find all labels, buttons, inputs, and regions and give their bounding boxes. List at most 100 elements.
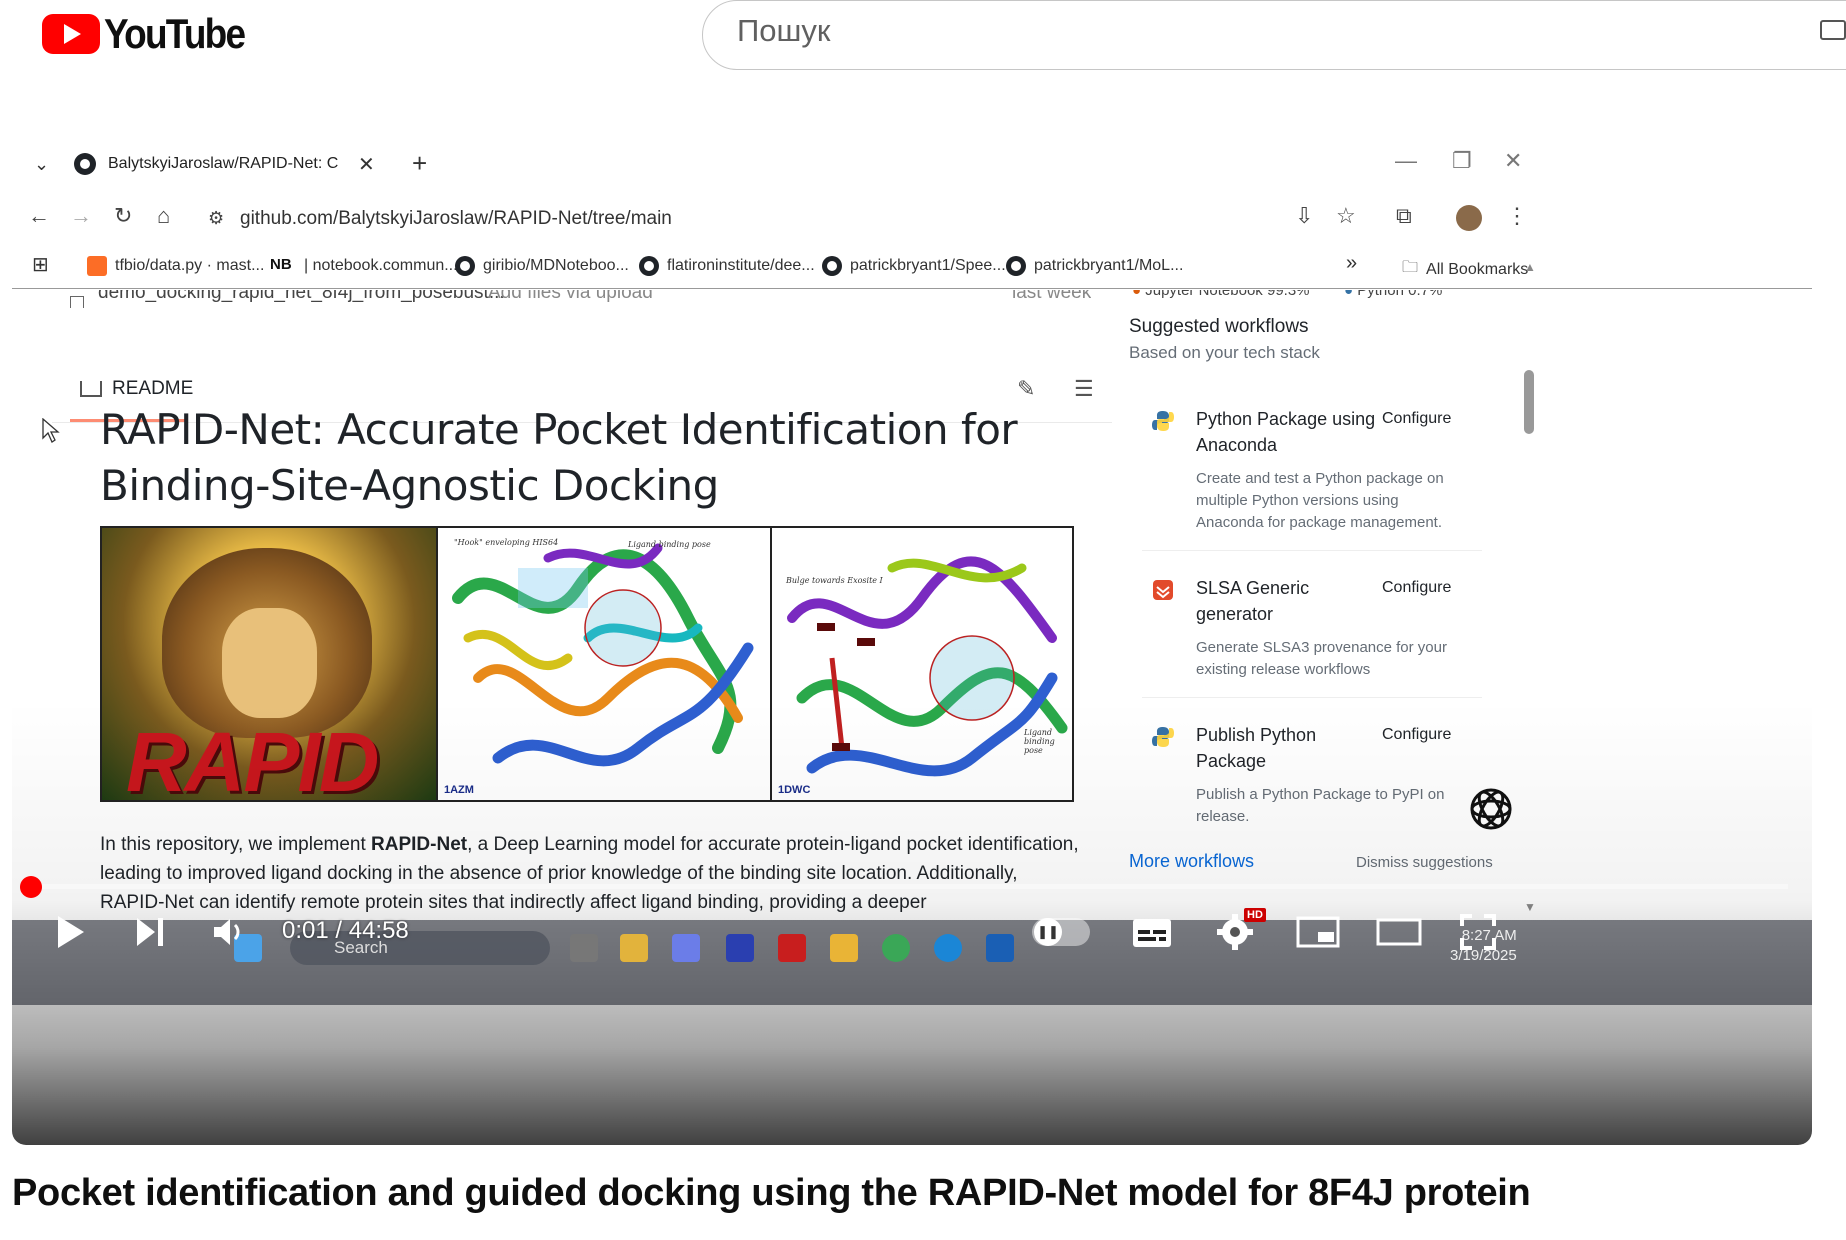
site-settings-icon[interactable]: ⚙ [208, 208, 224, 229]
dismiss-suggestions-link[interactable]: Dismiss suggestions [1356, 854, 1493, 871]
reload-icon[interactable]: ↻ [114, 203, 132, 229]
autoplay-toggle[interactable]: ❚❚ [1032, 918, 1090, 946]
bookmarks-bar: ⊞ tfbio/data.py · mast... NB | notebook.… [12, 248, 1812, 288]
workflow-description: Create and test a Python package on mult… [1196, 470, 1444, 531]
tab-search-chevron-icon[interactable]: ⌄ [34, 154, 49, 175]
bookmark-item[interactable]: patrickbryant1/MoL... [1006, 256, 1183, 276]
github-icon [74, 153, 96, 175]
github-icon [639, 256, 659, 276]
github-icon [1006, 256, 1026, 276]
configure-button[interactable]: Configure [1382, 726, 1451, 744]
slsa-icon [1153, 580, 1173, 600]
browser-address-bar: ← → ↻ ⌂ ⚙ github.com/BalytskyiJaroslaw/R… [12, 195, 1812, 241]
file-icon [70, 296, 84, 308]
copilot-icon [672, 934, 700, 962]
annotation-bulge: Bulge towards Exosite I [786, 576, 883, 585]
minimize-icon[interactable]: — [1395, 148, 1417, 174]
miniplayer-icon[interactable] [1296, 916, 1340, 948]
menu-kebab-icon[interactable]: ⋮ [1506, 203, 1528, 229]
theater-mode-icon[interactable] [1376, 916, 1422, 948]
readme-heading: RAPID-Net: Accurate Pocket Identificatio… [100, 405, 1018, 510]
browser-tabstrip: ⌄ BalytskyiJaroslaw/RAPID-Net: C ✕ + — ❐… [12, 140, 1812, 185]
youtube-logo[interactable]: YouTube [42, 10, 263, 58]
readme-tab[interactable]: README [80, 378, 193, 400]
restore-icon[interactable]: ❐ [1452, 148, 1472, 174]
workflow-name: Publish Python Package [1196, 725, 1317, 771]
more-workflows-link[interactable]: More workflows [1129, 851, 1254, 872]
app-icon [986, 934, 1014, 962]
volume-icon[interactable] [212, 916, 248, 948]
extensions-icon[interactable]: ⧉ [1396, 203, 1412, 229]
browser-tab[interactable]: BalytskyiJaroslaw/RAPID-Net: C ✕ [74, 146, 404, 182]
close-window-icon[interactable]: ✕ [1504, 148, 1522, 174]
sidebar-scrollbar-thumb[interactable] [1524, 370, 1534, 434]
protein-panel-1dwc: Bulge towards Exosite I Ligand binding p… [772, 528, 1072, 800]
keyboard-icon[interactable] [1820, 20, 1846, 40]
url-field[interactable]: github.com/BalytskyiJaroslaw/RAPID-Net/t… [240, 208, 672, 230]
suggested-workflows-title: Suggested workflows [1129, 316, 1309, 337]
edit-pencil-icon[interactable]: ✎ [1017, 376, 1035, 402]
annotation-hook: "Hook" enveloping HIS64 [454, 538, 559, 547]
forward-icon[interactable]: → [70, 203, 92, 229]
tab-close-icon[interactable]: ✕ [358, 152, 375, 177]
bookmark-item[interactable]: NB | notebook.commun... [270, 256, 458, 276]
file-row-date: last week [1012, 290, 1092, 303]
suggested-workflows-subtitle: Based on your tech stack [1129, 343, 1320, 362]
workflow-description: Generate SLSA3 provenance for your exist… [1196, 639, 1447, 678]
protein-ribbon-1azm [452, 543, 754, 767]
next-video-icon[interactable] [135, 916, 165, 948]
play-icon[interactable] [56, 914, 86, 950]
bookmark-star-icon[interactable]: ☆ [1336, 203, 1356, 229]
workflow-name: SLSA Generic generator [1196, 578, 1310, 624]
tab-title: BalytskyiJaroslaw/RAPID-Net: C [108, 155, 338, 172]
language-python: ● Python 0.7% [1344, 290, 1443, 299]
video-progress-bar[interactable] [32, 884, 1788, 889]
file-row-cut[interactable]: demo_docking_rapid_net_8f4j_from_posebus… [70, 290, 505, 308]
workflow-card: SLSA Generic generator Configure Generat… [1152, 575, 1482, 685]
scroll-down-arrow-icon[interactable]: ▼ [1524, 900, 1536, 914]
lion-face [222, 608, 317, 718]
language-jupyter: ● Jupyter Notebook 99.3% [1132, 290, 1310, 299]
apps-grid-icon[interactable]: ⊞ [32, 252, 49, 277]
youtube-search-box[interactable]: Пошук [702, 0, 1846, 70]
youtube-logo-text: YouTube [104, 10, 246, 57]
workflow-card: Python Package using Anaconda Configure … [1152, 406, 1482, 546]
configure-button[interactable]: Configure [1382, 410, 1451, 428]
video-timecode: 0:01 / 44:58 [282, 917, 409, 944]
workflow-name: Python Package using Anaconda [1196, 409, 1376, 455]
back-icon[interactable]: ← [28, 203, 50, 229]
more-bookmarks-chevron-icon[interactable]: » [1346, 252, 1357, 275]
book-icon [80, 381, 102, 397]
scroll-up-arrow-icon[interactable]: ▲ [1524, 260, 1536, 274]
python-icon [1152, 727, 1174, 747]
bookmark-item[interactable]: tfbio/data.py · mast... [87, 256, 264, 276]
task-view-icon [570, 934, 598, 962]
youtube-header: YouTube Пошук [0, 0, 1846, 80]
fullscreen-icon[interactable] [1460, 914, 1496, 950]
chatgpt-logo-icon[interactable] [1468, 786, 1514, 832]
configure-button[interactable]: Configure [1382, 579, 1451, 597]
install-app-icon[interactable]: ⇩ [1295, 203, 1313, 229]
file-explorer-icon [830, 934, 858, 962]
workflow-card: Publish Python Package Configure Publish… [1152, 722, 1482, 832]
rapid-logo-text: RAPID [126, 715, 379, 800]
rapid-lion-panel: RAPID [102, 528, 438, 800]
edge-icon [934, 934, 962, 962]
pdb-code-1azm: 1AZM [444, 784, 474, 796]
outline-list-icon[interactable]: ☰ [1074, 376, 1094, 402]
all-bookmarks-folder[interactable]: 🗀 All Bookmarks [1402, 256, 1528, 283]
app-icon [726, 934, 754, 962]
annotation-ligand-pose: Ligand binding pose [1024, 728, 1055, 755]
new-tab-icon[interactable]: + [412, 148, 427, 179]
subtitles-icon[interactable] [1132, 918, 1172, 948]
bookmark-item[interactable]: flatironinstitute/dee... [639, 256, 815, 276]
mouse-cursor-icon [42, 418, 60, 443]
bookmark-item[interactable]: patrickbryant1/Spee... [822, 256, 1006, 276]
video-progress-scrubber[interactable] [20, 876, 42, 898]
video-player[interactable]: ⌄ BalytskyiJaroslaw/RAPID-Net: C ✕ + — ❐… [12, 140, 1812, 1145]
youtube-search-placeholder: Пошук [737, 13, 831, 48]
chrome-icon [882, 934, 910, 962]
bookmark-item[interactable]: giribio/MDNoteboo... [455, 256, 629, 276]
profile-avatar[interactable] [1456, 205, 1482, 231]
home-icon[interactable]: ⌂ [157, 203, 170, 229]
